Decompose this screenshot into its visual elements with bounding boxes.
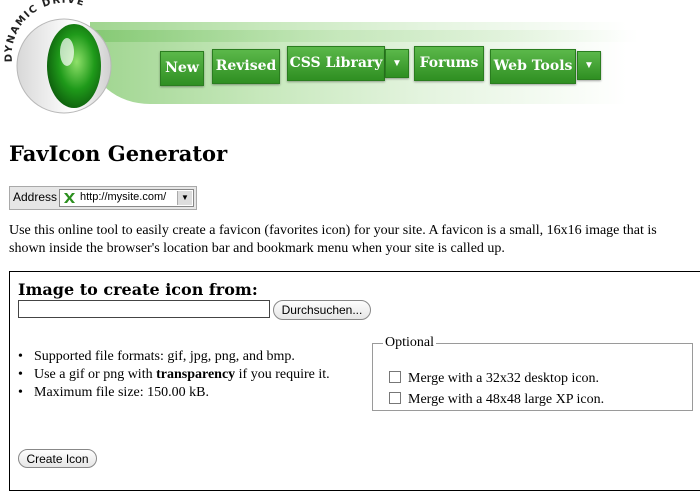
chevron-down-icon: ▼ (177, 191, 192, 205)
list-item: • Supported file formats: gif, jpg, png, … (18, 348, 368, 366)
optional-legend: Optional (385, 335, 434, 350)
list-item: • Maximum file size: 150.00 kB. (18, 384, 368, 402)
nav-css-library-label: CSS Library (289, 55, 383, 71)
form-title: Image to create icon from: (18, 280, 258, 299)
merge-32-label: Merge with a 32x32 desktop icon. (408, 371, 600, 386)
css-library-dropdown[interactable]: ▼ (385, 49, 409, 78)
nav-new[interactable]: New (160, 51, 204, 86)
browse-button-label: Durchsuchen... (281, 303, 363, 317)
intro-text: Use this online tool to easily create a … (9, 223, 657, 256)
merge-48-label: Merge with a 48x48 large XP icon. (408, 392, 605, 407)
nav-revised-label: Revised (215, 58, 277, 74)
favicon-icon (62, 191, 76, 205)
page-title: FavIcon Generator (9, 141, 228, 166)
note-text-bold: transparency (156, 367, 236, 382)
address-url: http://mysite.com/ (80, 191, 167, 203)
file-notes-list: • Supported file formats: gif, jpg, png, … (18, 348, 368, 402)
nav-revised[interactable]: Revised (212, 49, 280, 84)
note-text-post: if you require it. (235, 367, 330, 382)
triangle-down-icon: ▼ (392, 58, 402, 69)
nav-css-library[interactable]: CSS Library (287, 46, 385, 81)
header-banner-highlight (90, 30, 700, 42)
list-item: • Use a gif or png with transparency if y… (18, 366, 368, 384)
nav-new-label: New (165, 60, 199, 76)
address-label: Address (13, 190, 58, 204)
file-path-input[interactable] (18, 300, 270, 318)
bullet-icon: • (18, 367, 23, 382)
merge-32-checkbox[interactable] (389, 371, 401, 383)
merge-32-option[interactable]: Merge with a 32x32 desktop icon. (389, 371, 599, 387)
note-text: Supported file formats: gif, jpg, png, a… (34, 349, 295, 364)
merge-48-option[interactable]: Merge with a 48x48 large XP icon. (389, 392, 604, 408)
create-icon-button[interactable]: Create Icon (18, 449, 97, 468)
site-header: DYNAMIC DRIVE New Revised CSS Library ▼ … (0, 0, 700, 125)
nav-web-tools-label: Web Tools (493, 58, 573, 74)
triangle-down-icon: ▼ (584, 60, 594, 71)
address-field: http://mysite.com/ ▼ (59, 189, 194, 207)
merge-48-checkbox[interactable] (389, 392, 401, 404)
nav-forums[interactable]: Forums (414, 46, 484, 81)
optional-fieldset: Optional Merge with a 32x32 desktop icon… (372, 335, 693, 411)
nav-web-tools[interactable]: Web Tools (490, 49, 576, 84)
note-text-pre: Use a gif or png with (34, 367, 157, 382)
note-text: Maximum file size: 150.00 kB. (34, 385, 209, 400)
nav-forums-label: Forums (419, 55, 479, 71)
address-bar-preview: Address http://mysite.com/ ▼ (9, 186, 197, 210)
web-tools-dropdown[interactable]: ▼ (577, 51, 601, 80)
bullet-icon: • (18, 349, 23, 364)
create-icon-label: Create Icon (26, 452, 89, 466)
dynamic-drive-logo[interactable]: DYNAMIC DRIVE (0, 0, 130, 125)
browse-button[interactable]: Durchsuchen... (273, 300, 371, 320)
bullet-icon: • (18, 385, 23, 400)
